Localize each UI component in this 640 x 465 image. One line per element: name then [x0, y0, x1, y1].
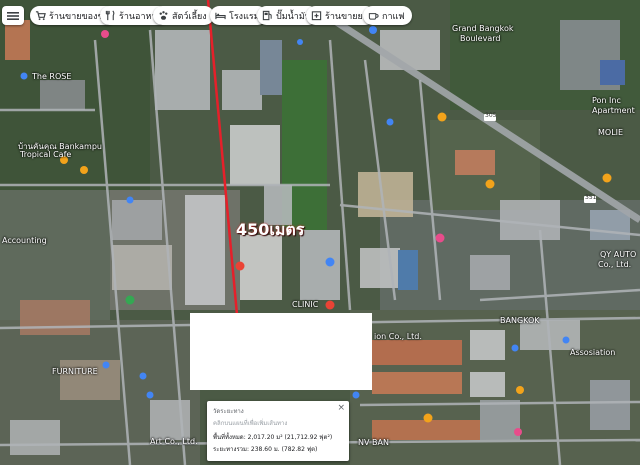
label-qy-auto: QY AUTO: [600, 250, 637, 259]
label-molie: MOLIE: [598, 128, 624, 137]
label-route-351: 351: [585, 194, 597, 201]
cart-icon: [35, 11, 46, 21]
chip-pharmacy-label: ร้านขายยา: [325, 11, 368, 22]
label-grand-bangkok: Grand Bangkok: [452, 24, 514, 33]
grid-menu-icon[interactable]: [2, 6, 24, 25]
fork-knife-icon: [105, 10, 115, 21]
fuel-icon: [262, 10, 272, 21]
measure-distance-card: × วัดระยะทาง คลิกบนแผนที่เพื่อเพิ่มเส้นท…: [207, 401, 349, 461]
label-furniture: FURNITURE: [52, 367, 98, 376]
chip-coffee-label: กาแฟ: [382, 11, 405, 22]
pet-icon: [159, 11, 168, 20]
label-accounting: Accounting: [2, 236, 47, 245]
label-tropical-cafe: Tropical Cafe: [20, 150, 72, 159]
label-apartment: Apartment: [592, 106, 635, 115]
measure-card-area: พื้นที่ทั้งหมด: 2,017.20 ม² (21,712.92 ฟ…: [213, 434, 333, 441]
label-pon-inc: Pon Inc: [592, 96, 621, 105]
redacted-box: [190, 313, 372, 390]
label-bangkok: BANGKOK: [500, 316, 540, 325]
close-icon[interactable]: ×: [337, 403, 345, 413]
label-art-co: Art Co., Ltd.: [150, 437, 198, 446]
label-boulevard: Boulevard: [460, 34, 501, 43]
label-co-ltd: Co., Ltd.: [598, 260, 632, 269]
label-nv-ban: NV BAN: [358, 438, 389, 447]
measure-card-distance: ระยะทางรวม: 238.60 ม. (782.82 ฟุต): [213, 446, 318, 453]
label-the-rose: The ROSE: [32, 72, 72, 81]
bed-icon: [215, 12, 226, 20]
chip-pets[interactable]: สัตว์เลี้ยง: [153, 6, 214, 25]
measure-card-subtitle: คลิกบนแผนที่เพื่อเพิ่มเส้นทาง: [213, 420, 288, 427]
chip-hotel-label: โรงแรม: [229, 11, 260, 22]
label-clinic: CLINIC: [292, 300, 319, 309]
label-association: Assosiation: [570, 348, 616, 357]
satellite-map[interactable]: [0, 0, 640, 465]
label-route-305: 305: [485, 112, 497, 119]
chip-pets-label: สัตว์เลี้ยง: [172, 11, 207, 22]
coffee-icon: [368, 13, 379, 20]
measure-distance-label: 450เมตร: [236, 220, 305, 239]
chip-coffee[interactable]: กาแฟ: [363, 6, 412, 25]
label-ion-co: ion Co., Ltd.: [374, 332, 422, 341]
pharmacy-icon: [311, 11, 322, 21]
measure-card-title: วัดระยะทาง: [213, 408, 244, 415]
